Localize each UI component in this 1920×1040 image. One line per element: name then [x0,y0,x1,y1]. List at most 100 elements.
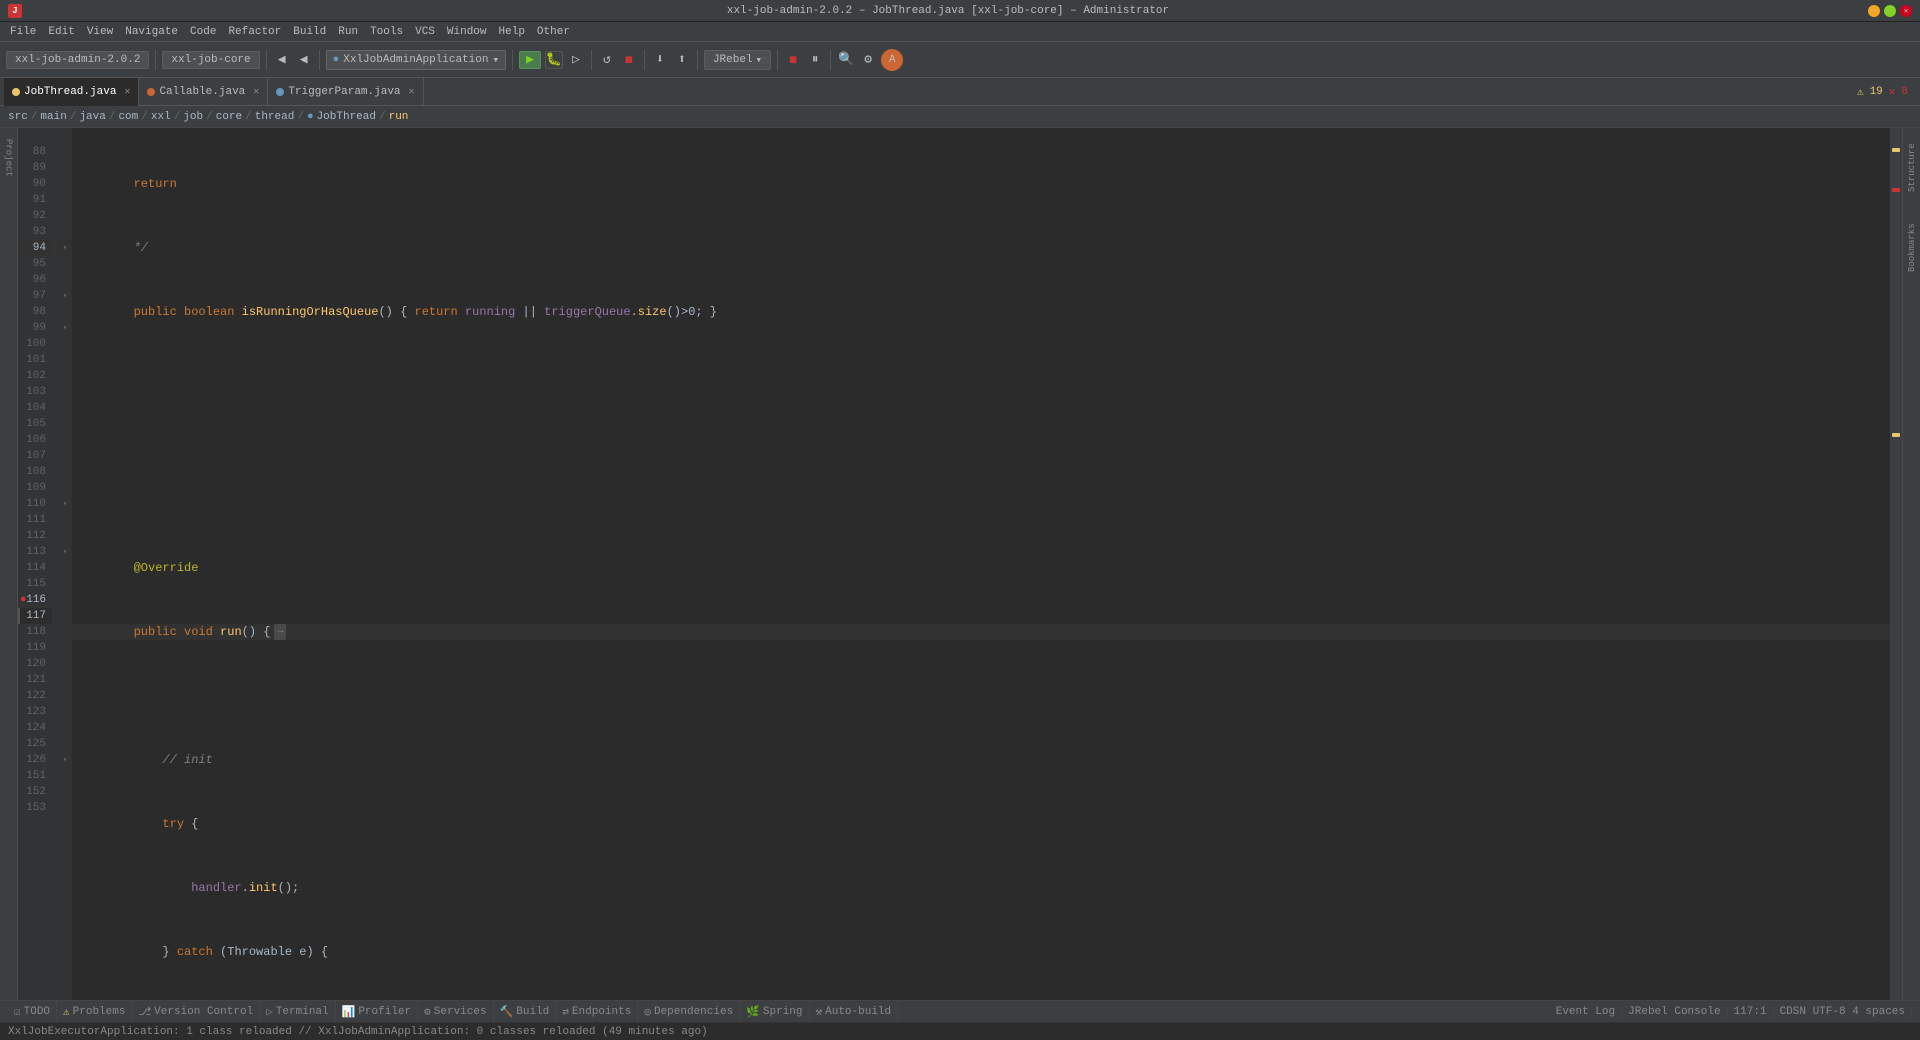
menu-refactor[interactable]: Refactor [222,22,287,41]
project-selector[interactable]: xxl-job-admin-2.0.2 [6,51,149,69]
tab-triggerparam[interactable]: TriggerParam.java ✕ [268,78,423,106]
code-editor[interactable]: return */ public boolean isRunningOrHasQ… [72,128,1890,1000]
user-button[interactable]: A [881,49,903,71]
git-push-button[interactable]: ⬆ [673,51,691,69]
fold-99[interactable]: ▾ [58,320,72,336]
endpoints-panel[interactable]: ⇄ Endpoints [556,1001,638,1022]
menu-window[interactable]: Window [441,22,493,41]
fold-110[interactable]: ▾ [58,496,72,512]
todo-label: TODO [24,1006,50,1018]
menu-view[interactable]: View [81,22,119,41]
back-button[interactable]: ◀ [273,51,291,69]
toolbar-separator-4 [512,50,513,70]
window-controls: － □ ✕ [1868,5,1912,17]
rerun-button[interactable]: ↺ [598,51,616,69]
code-line-88: */ [72,240,1890,256]
fold-94[interactable]: ▾ [58,240,72,256]
menu-run[interactable]: Run [332,22,364,41]
menu-navigate[interactable]: Navigate [119,22,184,41]
fold-113[interactable]: ▾ [58,544,72,560]
bc-job[interactable]: job [183,111,203,123]
tab-jobthread[interactable]: JobThread.java ✕ [4,78,139,106]
run-button[interactable]: ▶ [519,51,541,69]
endpoints-icon: ⇄ [562,1005,569,1019]
menu-code[interactable]: Code [184,22,222,41]
structure-panel-icon[interactable]: Structure [1903,128,1920,208]
menu-other[interactable]: Other [531,22,576,41]
bc-run[interactable]: run [389,111,409,123]
close-button[interactable]: ✕ [1900,5,1912,17]
dependencies-panel[interactable]: ◎ Dependencies [638,1001,740,1022]
menu-file[interactable]: File [4,22,42,41]
toolbar-separator-6 [644,50,645,70]
bc-xxl[interactable]: xxl [151,111,171,123]
position-indicator: 117:1 [1728,1006,1774,1018]
app-selector[interactable]: ● XxlJobAdminApplication ▾ [326,50,506,70]
pause-button[interactable]: ⏸ [806,51,824,69]
stop-button[interactable]: ◼ [620,51,638,69]
settings-button[interactable]: ⚙ [859,51,877,69]
bc-com[interactable]: com [118,111,138,123]
todo-panel[interactable]: ☑ TODO [8,1001,57,1022]
tab-close-jobthread[interactable]: ✕ [124,86,130,98]
tab-icon-triggerparam [276,88,284,96]
line-col: 117:1 [1734,1006,1767,1018]
project-panel-icon[interactable]: Project [0,128,18,188]
jrebel-console-panel[interactable]: JRebel Console [1622,1006,1727,1018]
minimize-button[interactable]: － [1868,5,1880,17]
search-button[interactable]: 🔍 [837,51,855,69]
jrebel-console-label: JRebel Console [1628,1006,1720,1018]
stop-jrebel-button[interactable]: ◼ [784,51,802,69]
services-panel[interactable]: ⚙ Services [418,1001,493,1022]
menu-vcs[interactable]: VCS [409,22,441,41]
bc-jobthread[interactable]: JobThread [317,111,376,123]
autobuild-label: Auto-build [825,1006,891,1018]
error-icon: ✕ [1889,85,1896,99]
menu-tools[interactable]: Tools [364,22,409,41]
event-log-label: Event Log [1556,1006,1615,1018]
bc-main[interactable]: main [40,111,66,123]
autobuild-panel[interactable]: ⚒ Auto-build [810,1001,899,1022]
run-with-coverage-button[interactable]: ▷ [567,51,585,69]
menubar: File Edit View Navigate Code Refactor Bu… [0,22,1920,42]
toolbar-separator-7 [697,50,698,70]
spring-panel[interactable]: 🌿 Spring [740,1001,809,1022]
tab-callable[interactable]: Callable.java ✕ [139,78,268,106]
app-logo: J [8,4,22,18]
menu-edit[interactable]: Edit [42,22,80,41]
jrebel-selector[interactable]: JRebel ▾ [704,50,771,70]
code-line-97: try { [72,816,1890,832]
terminal-panel[interactable]: ▷ Terminal [260,1001,335,1022]
code-line-87: return [72,176,1890,192]
warnings-indicator: ⚠ 19 ✕ 8 [1849,85,1916,99]
problems-panel[interactable]: ⚠ Problems [57,1001,132,1022]
fold-97[interactable]: ▾ [58,288,72,304]
event-log-panel[interactable]: Event Log [1550,1006,1622,1018]
tab-close-triggerparam[interactable]: ✕ [409,86,415,98]
forward-button[interactable]: ◀ [295,51,313,69]
bookmarks-panel-icon[interactable]: Bookmarks [1903,208,1920,288]
warning-status-icon: ⚠ [63,1005,70,1019]
menu-help[interactable]: Help [493,22,531,41]
code-line-94: public void run() { → [72,624,1890,640]
code-line-99: } catch (Throwable e) { [72,944,1890,960]
fold-126[interactable]: ▾ [58,752,72,768]
profiler-panel[interactable]: 📊 Profiler [336,1001,419,1022]
bc-thread[interactable]: thread [255,111,295,123]
maximize-button[interactable]: □ [1884,5,1896,17]
code-line-95 [72,688,1890,704]
menu-build[interactable]: Build [287,22,332,41]
warning-icon: ⚠ [1857,85,1864,99]
debug-button[interactable]: 🐛 [545,51,563,69]
build-panel[interactable]: 🔨 Build [494,1001,557,1022]
breadcrumb: src / main / java / com / xxl / job / co… [0,106,1920,128]
git-update-button[interactable]: ⬇ [651,51,669,69]
module-selector[interactable]: xxl-job-core [162,51,259,69]
build-label: Build [516,1006,549,1018]
version-control-panel[interactable]: ⎇ Version Control [132,1001,260,1022]
bc-core[interactable]: core [216,111,242,123]
tab-close-callable[interactable]: ✕ [253,86,259,98]
bc-java[interactable]: java [79,111,105,123]
bc-src[interactable]: src [8,111,28,123]
fold-column: ▾ ▾ ▾ ▾ ▾ [58,128,72,1000]
